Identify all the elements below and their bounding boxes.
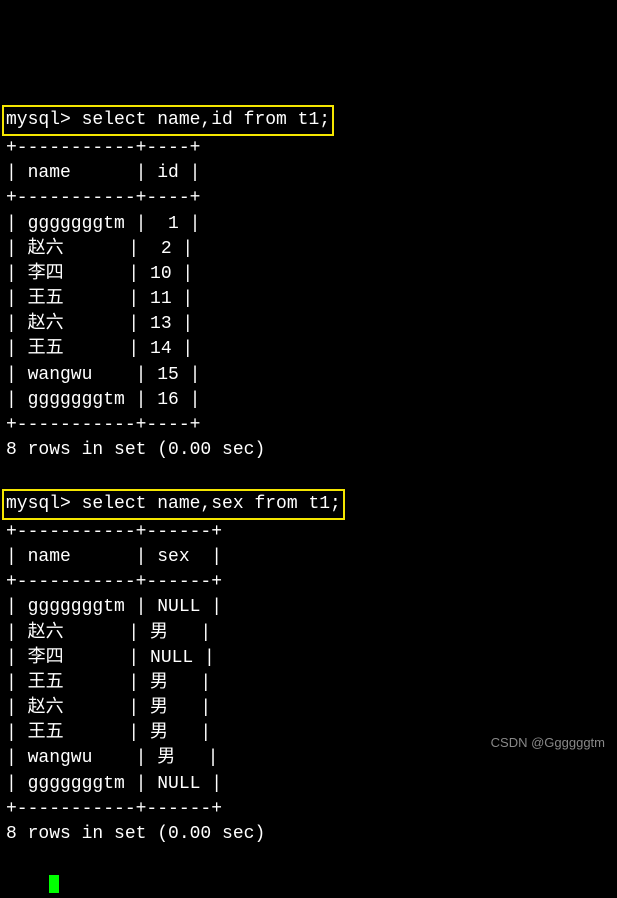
- q2-header: | name | sex |: [6, 547, 222, 567]
- q1-sep: +-----------+----+: [6, 415, 200, 435]
- cursor: [49, 875, 59, 893]
- q2-rows: | gggggggtm | NULL | | 赵六 | 男 | | 李四 | N…: [6, 597, 222, 793]
- q1-sep: +-----------+----+: [6, 188, 200, 208]
- query2-prompt: mysql> select name,sex from t1;: [2, 489, 345, 520]
- q2-sep: +-----------+------+: [6, 522, 222, 542]
- q2-sep: +-----------+------+: [6, 572, 222, 592]
- q2-sep: +-----------+------+: [6, 799, 222, 819]
- q1-sep: +-----------+----+: [6, 138, 200, 158]
- watermark: CSDN @Ggggggtm: [491, 734, 605, 752]
- q1-footer: 8 rows in set (0.00 sec): [6, 440, 265, 460]
- q2-footer: 8 rows in set (0.00 sec): [6, 824, 265, 844]
- q1-rows: | gggggggtm | 1 | | 赵六 | 2 | | 李四 | 10 |…: [6, 214, 200, 410]
- q1-header: | name | id |: [6, 163, 200, 183]
- query1-prompt: mysql> select name,id from t1;: [2, 105, 334, 136]
